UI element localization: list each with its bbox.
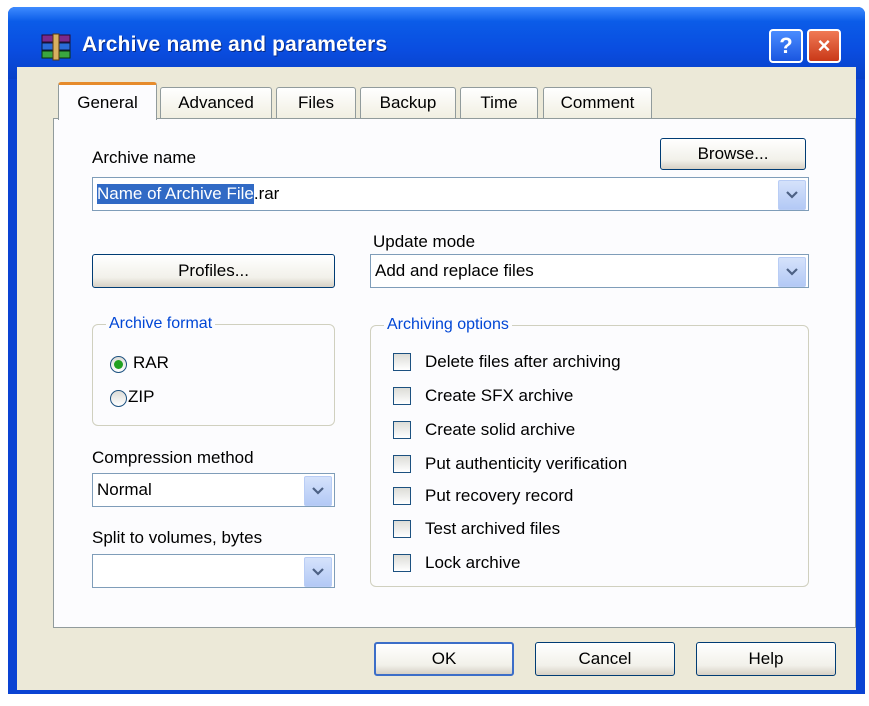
tab-time[interactable]: Time	[460, 87, 538, 118]
profiles-button-label: Profiles...	[178, 261, 249, 280]
chevron-down-icon[interactable]	[304, 557, 332, 587]
help-button[interactable]: Help	[696, 642, 836, 676]
ok-button[interactable]: OK	[374, 642, 514, 676]
archiving-options-title: Archiving options	[384, 316, 512, 334]
compression-method-value: Normal	[97, 480, 152, 499]
chevron-down-icon[interactable]	[778, 180, 806, 210]
checkbox-create-solid-label[interactable]: Create solid archive	[425, 420, 575, 440]
tab-label: Time	[480, 93, 518, 112]
update-mode-value: Add and replace files	[375, 261, 534, 280]
checkbox-test-archived[interactable]	[393, 520, 411, 538]
profiles-button[interactable]: Profiles...	[92, 254, 335, 288]
window-title: Archive name and parameters	[82, 33, 388, 56]
help-button-label: Help	[748, 649, 784, 668]
checkbox-lock-archive[interactable]	[393, 554, 411, 572]
radio-zip-label[interactable]: ZIP	[128, 387, 154, 407]
browse-button-label: Browse...	[697, 144, 769, 163]
tab-label: General	[77, 92, 138, 112]
archive-format-title: Archive format	[106, 315, 216, 333]
tab-label: Backup	[379, 93, 437, 112]
tab-label: Advanced	[178, 93, 254, 112]
archive-name-combobox[interactable]: Name of Archive File .rar	[92, 177, 809, 211]
checkbox-delete-files-label[interactable]: Delete files after archiving	[425, 352, 621, 372]
question-mark-icon: ?	[779, 33, 793, 58]
checkbox-authenticity-verification-label[interactable]: Put authenticity verification	[425, 454, 627, 474]
browse-button[interactable]: Browse...	[660, 138, 806, 170]
checkbox-recovery-record[interactable]	[393, 487, 411, 505]
tab-general[interactable]: General	[58, 82, 157, 120]
update-mode-label: Update mode	[373, 232, 476, 251]
checkbox-create-sfx-label[interactable]: Create SFX archive	[425, 386, 573, 406]
close-icon: ×	[817, 33, 831, 58]
cancel-button[interactable]: Cancel	[535, 642, 675, 676]
chevron-down-icon[interactable]	[304, 476, 332, 506]
checkbox-authenticity-verification[interactable]	[393, 455, 411, 473]
checkbox-create-solid[interactable]	[393, 421, 411, 439]
archive-name-extension: .rar	[253, 184, 280, 203]
update-mode-select[interactable]: Add and replace files	[370, 254, 809, 288]
compression-method-select[interactable]: Normal	[92, 473, 335, 507]
tab-label: Files	[298, 93, 334, 112]
tab-files[interactable]: Files	[276, 87, 356, 118]
tab-advanced[interactable]: Advanced	[160, 87, 272, 118]
checkbox-test-archived-label[interactable]: Test archived files	[425, 519, 560, 539]
radio-rar[interactable]	[110, 356, 127, 373]
checkbox-create-sfx[interactable]	[393, 387, 411, 405]
radio-selected-dot	[114, 360, 123, 369]
winrar-app-icon	[40, 32, 72, 62]
chevron-down-icon[interactable]	[778, 257, 806, 287]
archive-name-selected-text: Name of Archive File	[97, 184, 254, 204]
cancel-button-label: Cancel	[578, 649, 632, 668]
split-volumes-combobox[interactable]	[92, 554, 335, 588]
checkbox-recovery-record-label[interactable]: Put recovery record	[425, 486, 573, 506]
archive-format-group	[92, 324, 335, 426]
tab-comment[interactable]: Comment	[543, 87, 652, 118]
radio-rar-label[interactable]: RAR	[133, 353, 169, 373]
compression-method-label: Compression method	[92, 448, 254, 467]
split-volumes-label: Split to volumes, bytes	[92, 528, 263, 547]
tab-label: Comment	[560, 93, 635, 112]
radio-zip[interactable]	[110, 390, 127, 407]
checkbox-lock-archive-label[interactable]: Lock archive	[425, 553, 520, 573]
title-help-button[interactable]: ?	[769, 29, 803, 63]
window-bottom-border	[17, 690, 856, 694]
archive-name-label: Archive name	[92, 148, 196, 167]
ok-button-label: OK	[431, 649, 457, 668]
title-close-button[interactable]: ×	[807, 29, 841, 63]
checkbox-delete-files[interactable]	[393, 353, 411, 371]
tab-backup[interactable]: Backup	[360, 87, 456, 118]
